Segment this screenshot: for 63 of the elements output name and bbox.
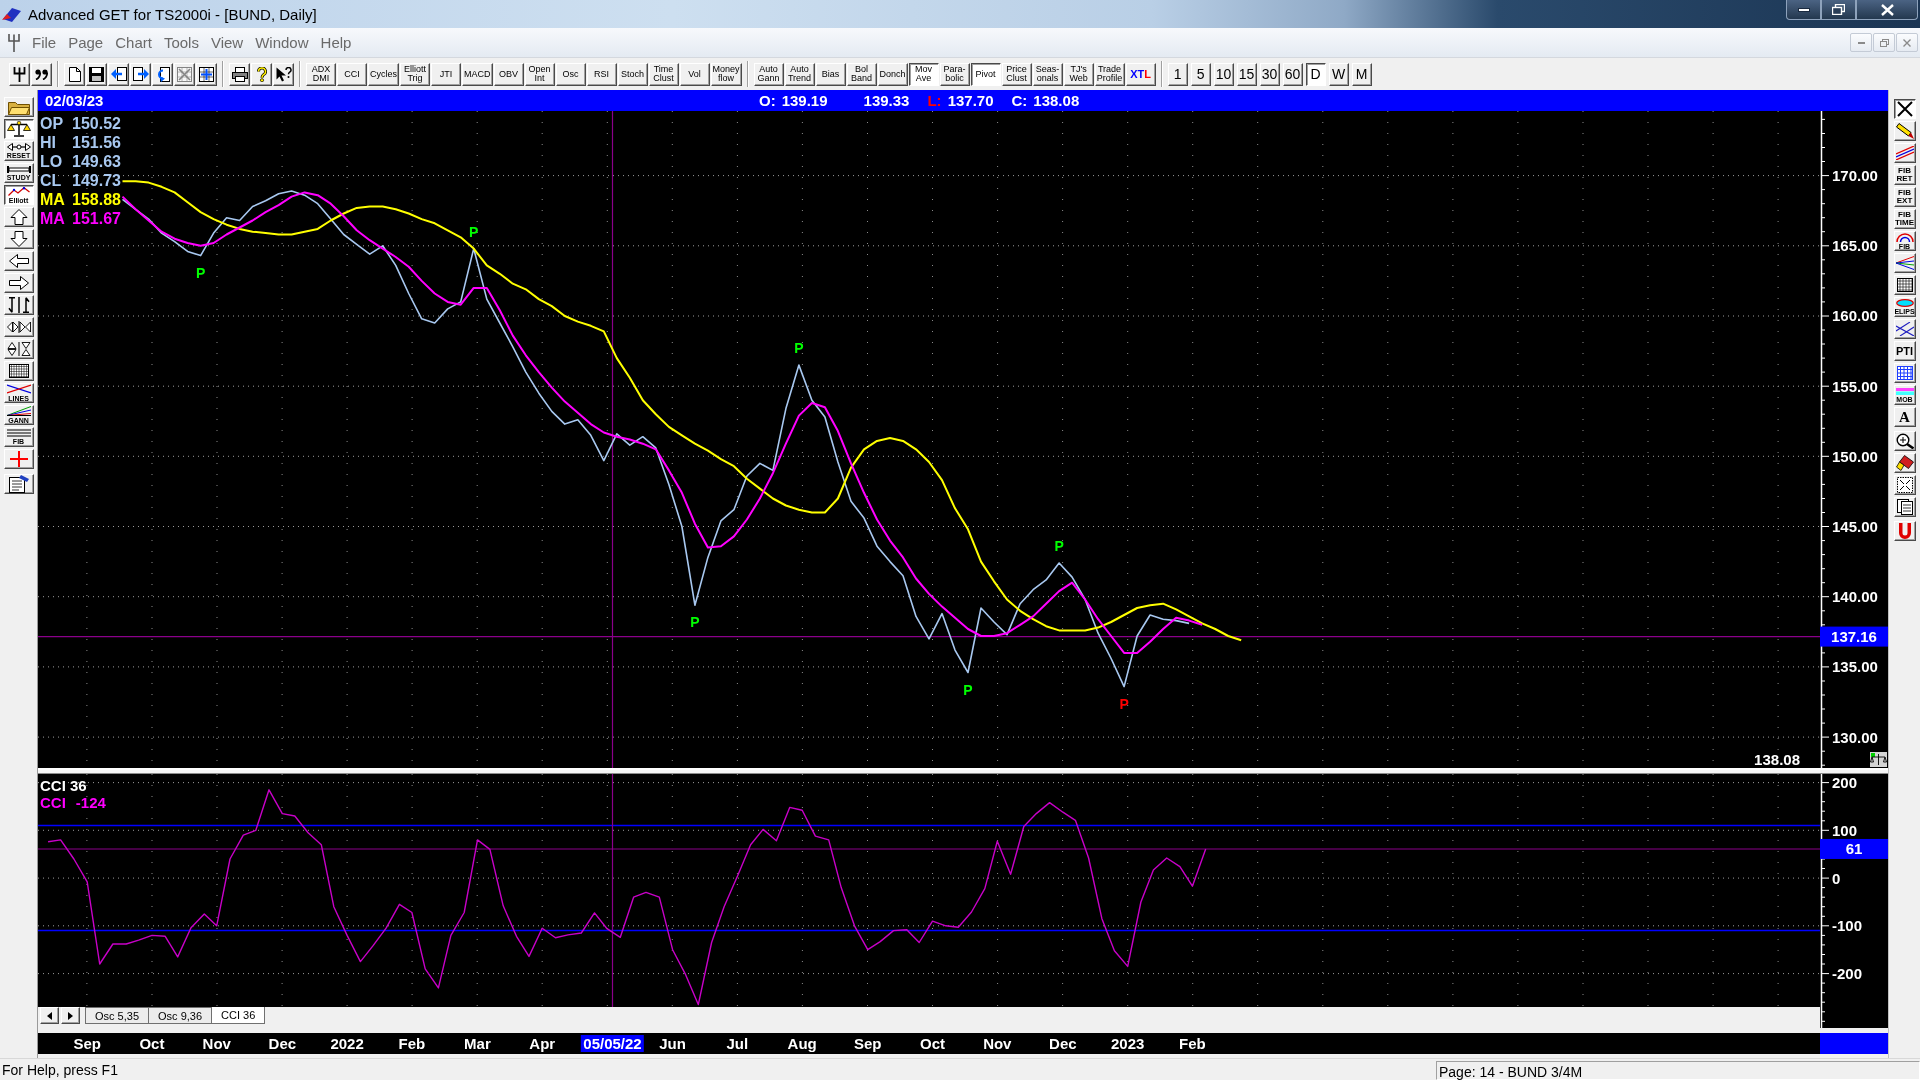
date-label: Oct — [919, 1035, 946, 1052]
axis-label: 165.00 — [1832, 237, 1878, 255]
help-text: For Help, press F1 — [1, 1062, 118, 1080]
axis-label: 155.00 — [1832, 377, 1878, 395]
date-label: Feb — [397, 1035, 427, 1052]
axis-label: 145.00 — [1832, 518, 1878, 536]
indicator-title: CCI 36 — [40, 777, 87, 794]
axis-label: -100 — [1832, 917, 1863, 935]
date-label: Sep — [72, 1035, 102, 1052]
ref-line-label: 137.16 — [1831, 628, 1877, 646]
bar-date: 02/03/23 — [45, 92, 104, 109]
date-label: Apr — [528, 1035, 557, 1052]
axis-label: 160.00 — [1832, 307, 1878, 325]
axis-label: 170.00 — [1832, 167, 1878, 185]
field-label: O: — [759, 92, 776, 109]
window-title: Advanced GET for TS2000i - [BUND, Daily] — [28, 5, 317, 23]
date-label: Jul — [725, 1035, 750, 1052]
value-readout: MA 151.67 — [40, 209, 121, 228]
indicator-reading: CCI -124 — [40, 794, 106, 811]
date-label: Jun — [658, 1035, 687, 1052]
date-label: Nov — [982, 1035, 1013, 1052]
cursor-date-label: 05/05/22 — [581, 1035, 644, 1052]
date-label: Feb — [1178, 1035, 1207, 1052]
pivot-label: P — [690, 614, 700, 631]
date-label: Mar — [463, 1035, 492, 1052]
date-label: Sep — [852, 1035, 883, 1052]
crosshair-value-label: 137.16 — [1820, 626, 1888, 647]
axis-label: 140.00 — [1832, 588, 1878, 606]
axis-label: 0 — [1832, 869, 1841, 887]
field-value: 139.19 — [781, 92, 828, 109]
pivot-label: P — [963, 681, 973, 698]
date-label: Dec — [267, 1035, 298, 1052]
date-label: Nov — [201, 1035, 232, 1052]
pivot-label: P — [469, 223, 479, 240]
pivot-label: P — [794, 340, 804, 357]
axis-label: 130.00 — [1832, 728, 1878, 746]
pivot-label: P — [1119, 695, 1129, 712]
field-label: L: — [927, 92, 942, 109]
axis-label: -200 — [1832, 965, 1863, 983]
axis-label: 200 — [1832, 774, 1858, 792]
axis-label: 100 — [1832, 821, 1858, 839]
value-readout: LO 149.63 — [40, 152, 121, 171]
date-label: 2023 — [1109, 1035, 1146, 1052]
last-price-label: 138.08 — [1754, 750, 1800, 768]
date-label: 2022 — [329, 1035, 365, 1052]
axis-label: 135.00 — [1832, 658, 1878, 676]
field-value: 138.08 — [1033, 92, 1080, 109]
value-readout: MA 158.88 — [40, 190, 121, 209]
pivot-label: P — [1054, 538, 1064, 555]
date-label: Oct — [138, 1035, 166, 1052]
value-readout: HI 151.56 — [40, 133, 121, 152]
date-label: Dec — [1048, 1035, 1078, 1052]
pivot-label: P — [195, 264, 206, 281]
field-label: C: — [1011, 92, 1028, 109]
date-label: Aug — [786, 1035, 818, 1052]
field-value: 139.33 — [863, 92, 910, 109]
value-readout: OP 150.52 — [40, 114, 121, 133]
axis-label: 150.00 — [1832, 447, 1878, 465]
page-status: Page: 14 - BUND 3/4M — [1436, 1061, 1920, 1080]
crosshair-value-label: 61 — [1820, 838, 1888, 859]
ref-line-label: 61 — [1845, 840, 1863, 858]
value-readout: CL 149.73 — [40, 171, 121, 190]
field-value: 137.70 — [947, 92, 994, 109]
